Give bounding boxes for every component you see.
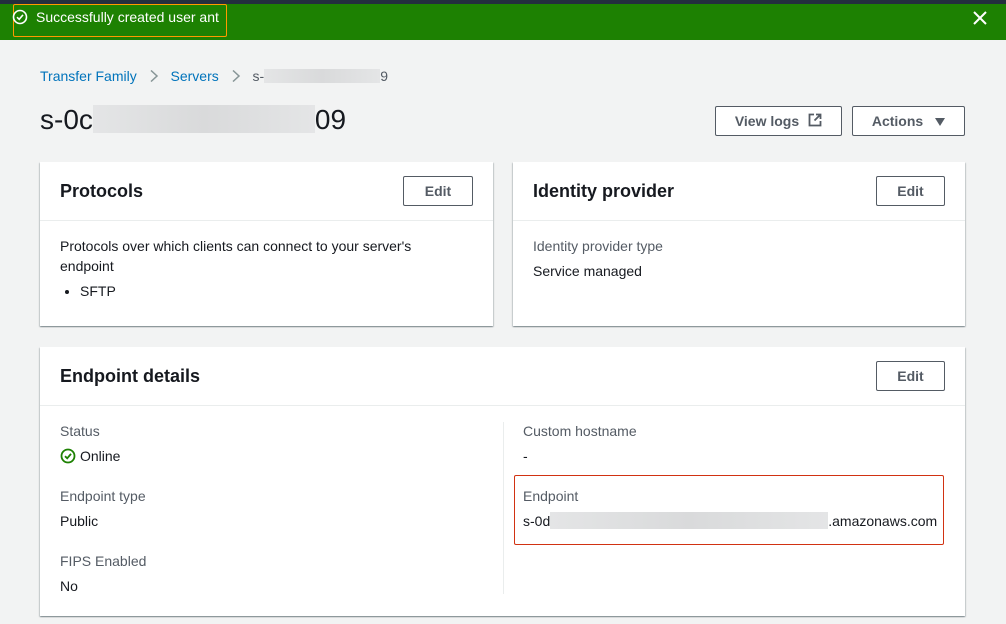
protocol-item: SFTP <box>80 281 116 301</box>
protocols-card-header: Protocols Edit <box>40 162 493 221</box>
custom-hostname-label: Custom hostname <box>523 423 637 439</box>
identity-edit-button[interactable]: Edit <box>876 176 945 206</box>
protocols-card: Protocols Edit Protocols over which clie… <box>40 162 493 326</box>
breadcrumb: Transfer Family Servers s- 9 <box>40 67 388 87</box>
check-circle-icon <box>12 9 28 25</box>
page-title-suffix: 09 <box>314 104 347 135</box>
fips-label: FIPS Enabled <box>60 553 147 569</box>
protocols-title: Protocols <box>60 181 144 201</box>
redacted-id <box>92 105 315 133</box>
success-flashbar: Successfully created user ant <box>0 4 1006 40</box>
chevron-right-icon <box>232 70 240 82</box>
external-link-icon <box>808 113 822 130</box>
status-label: Status <box>60 423 100 439</box>
check-circle-icon <box>60 448 76 464</box>
breadcrumb-current-prefix: s- <box>252 68 265 84</box>
actions-label: Actions <box>871 113 924 129</box>
identity-type-label: Identity provider type <box>533 238 663 254</box>
custom-hostname-value: - <box>523 448 528 464</box>
breadcrumb-current-suffix: 9 <box>380 68 388 84</box>
column-divider <box>503 422 504 594</box>
identity-card-header: Identity provider Edit <box>513 162 965 221</box>
endpoint-type-label: Endpoint type <box>60 488 146 504</box>
endpoint-card-header: Endpoint details Edit <box>40 347 965 406</box>
status-text: Online <box>80 448 121 464</box>
page-title-prefix: s-0c <box>40 104 93 135</box>
breadcrumb-transfer-family[interactable]: Transfer Family <box>40 68 137 84</box>
breadcrumb-servers[interactable]: Servers <box>171 68 219 84</box>
close-icon[interactable] <box>970 8 990 28</box>
view-logs-label: View logs <box>734 113 800 129</box>
page-title: s-0c 09 <box>40 102 346 138</box>
view-logs-button[interactable]: View logs <box>715 106 842 136</box>
redacted-id <box>264 69 381 83</box>
actions-dropdown-button[interactable]: Actions <box>852 106 965 136</box>
endpoint-highlight-box <box>514 475 944 545</box>
identity-provider-card: Identity provider Edit Identity provider… <box>513 162 965 326</box>
fips-value: No <box>60 578 78 594</box>
identity-title: Identity provider <box>533 181 675 201</box>
breadcrumb-current: s- 9 <box>253 68 388 84</box>
protocols-edit-button[interactable]: Edit <box>403 176 473 206</box>
chevron-right-icon <box>150 70 158 82</box>
protocols-list: SFTP <box>60 281 116 301</box>
endpoint-edit-button[interactable]: Edit <box>876 361 945 391</box>
endpoint-details-title: Endpoint details <box>60 366 201 386</box>
protocols-description: Protocols over which clients can connect… <box>60 238 412 274</box>
identity-type-value: Service managed <box>533 263 642 279</box>
status-value: Online <box>60 446 120 466</box>
flash-message: Successfully created user ant <box>36 9 219 25</box>
endpoint-type-value: Public <box>60 513 99 529</box>
caret-down-icon <box>935 113 946 129</box>
